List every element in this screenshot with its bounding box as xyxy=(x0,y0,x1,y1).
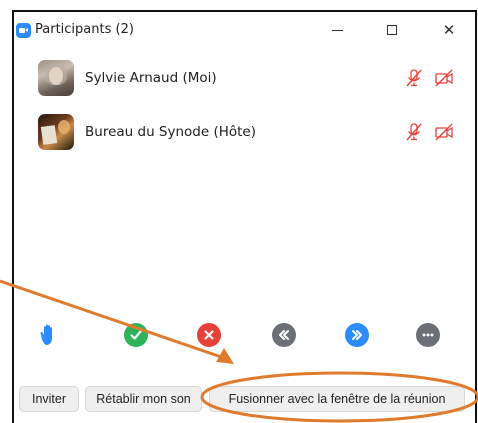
more-icon xyxy=(422,333,434,337)
window-title: Participants (2) xyxy=(35,22,134,37)
avatar xyxy=(38,60,74,96)
minimize-button[interactable] xyxy=(322,18,352,42)
close-button[interactable]: ✕ xyxy=(434,18,464,42)
go-faster-icon xyxy=(352,330,362,340)
go-slower-icon xyxy=(279,330,289,340)
reactions-bar xyxy=(14,320,475,350)
bottom-action-bar: Inviter Rétablir mon son Fusionner avec … xyxy=(14,384,475,414)
yes-check-icon xyxy=(130,330,142,340)
avatar xyxy=(38,114,74,150)
go-faster-button[interactable] xyxy=(345,323,369,347)
unmute-button[interactable]: Rétablir mon son xyxy=(85,386,202,412)
invite-button[interactable]: Inviter xyxy=(19,386,79,412)
participant-name: Bureau du Synode (Hôte) xyxy=(85,124,256,140)
screenshot-stage: Participants (2) ✕ Sylvie Arnaud (Moi) B… xyxy=(0,0,478,423)
video-off-icon[interactable] xyxy=(434,122,454,142)
participant-row[interactable]: Sylvie Arnaud (Moi) xyxy=(14,54,475,102)
maximize-button[interactable] xyxy=(377,18,407,42)
zoom-camera-icon xyxy=(16,23,31,38)
go-slower-button[interactable] xyxy=(272,323,296,347)
raise-hand-button[interactable] xyxy=(38,323,62,347)
more-button[interactable] xyxy=(416,323,440,347)
mic-muted-icon[interactable] xyxy=(404,122,424,142)
participant-name: Sylvie Arnaud (Moi) xyxy=(85,70,217,86)
minimize-icon xyxy=(331,29,343,31)
participant-row[interactable]: Bureau du Synode (Hôte) xyxy=(14,108,475,156)
no-button[interactable] xyxy=(197,323,221,347)
participant-list: Sylvie Arnaud (Moi) Bureau du Synode (Hô… xyxy=(14,54,475,156)
close-icon: ✕ xyxy=(442,21,456,39)
mic-muted-icon[interactable] xyxy=(404,68,424,88)
video-off-icon[interactable] xyxy=(434,68,454,88)
title-bar: Participants (2) ✕ xyxy=(14,12,475,48)
participants-window: Participants (2) ✕ Sylvie Arnaud (Moi) B… xyxy=(12,10,477,423)
no-x-icon xyxy=(204,330,214,340)
merge-window-button[interactable]: Fusionner avec la fenêtre de la réunion xyxy=(209,386,465,412)
yes-button[interactable] xyxy=(124,323,148,347)
raise-hand-icon xyxy=(40,324,52,345)
maximize-icon xyxy=(387,25,397,35)
